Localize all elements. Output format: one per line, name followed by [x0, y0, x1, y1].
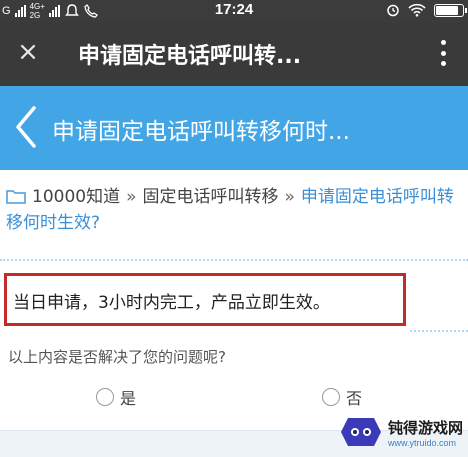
app-toolbar: × 申请固定电话呼叫转...	[0, 22, 468, 86]
close-button[interactable]: ×	[14, 38, 42, 66]
feedback-question: 以上内容是否解决了您的问题呢?	[8, 348, 226, 366]
breadcrumb: 10000知道» 固定电话呼叫转移» 申请固定电话呼叫转移何时生效?	[6, 184, 456, 236]
highlighted-answer: 当日申请，3小时内完工，产品立即生效。	[4, 273, 406, 326]
watermark: 钝得游戏网 www.ytruido.com	[338, 409, 466, 455]
status-right-group	[386, 3, 467, 17]
divider	[0, 259, 468, 261]
breadcrumb-item-category[interactable]: 固定电话呼叫转移	[143, 187, 279, 207]
battery-icon	[434, 3, 467, 17]
feedback-no-option[interactable]: 否	[322, 385, 362, 409]
answer-text: 当日申请，3小时内完工，产品立即生效。	[13, 293, 330, 313]
wifi-icon	[408, 3, 426, 17]
toolbar-title: 申请固定电话呼叫转...	[78, 44, 302, 69]
radio-icon[interactable]	[96, 388, 114, 406]
alarm-clock-icon	[387, 4, 399, 17]
watermark-url: www.ytruido.com	[388, 437, 457, 448]
more-vertical-icon[interactable]	[438, 40, 448, 66]
watermark-text: 钝得游戏网 www.ytruido.com	[388, 417, 463, 448]
feedback-yes-label: 是	[120, 389, 137, 408]
breadcrumb-item-home[interactable]: 10000知道	[32, 187, 120, 207]
page-header: 申请固定电话呼叫转移何时...	[0, 86, 468, 170]
battery-fill	[436, 5, 458, 15]
radio-icon[interactable]	[322, 388, 340, 406]
breadcrumb-separator: »	[284, 187, 295, 207]
feedback-yes-option[interactable]: 是	[96, 385, 136, 409]
watermark-logo-icon	[341, 418, 381, 446]
watermark-name: 钝得游戏网	[388, 418, 464, 437]
back-chevron-icon[interactable]	[8, 102, 44, 152]
feedback-no-label: 否	[346, 389, 363, 408]
divider	[410, 330, 468, 332]
breadcrumb-separator: »	[126, 187, 137, 207]
folder-icon	[6, 190, 26, 204]
page-title: 申请固定电话呼叫转移何时...	[52, 119, 350, 145]
status-bar: G 4G+ 2G 17:24	[0, 0, 468, 22]
